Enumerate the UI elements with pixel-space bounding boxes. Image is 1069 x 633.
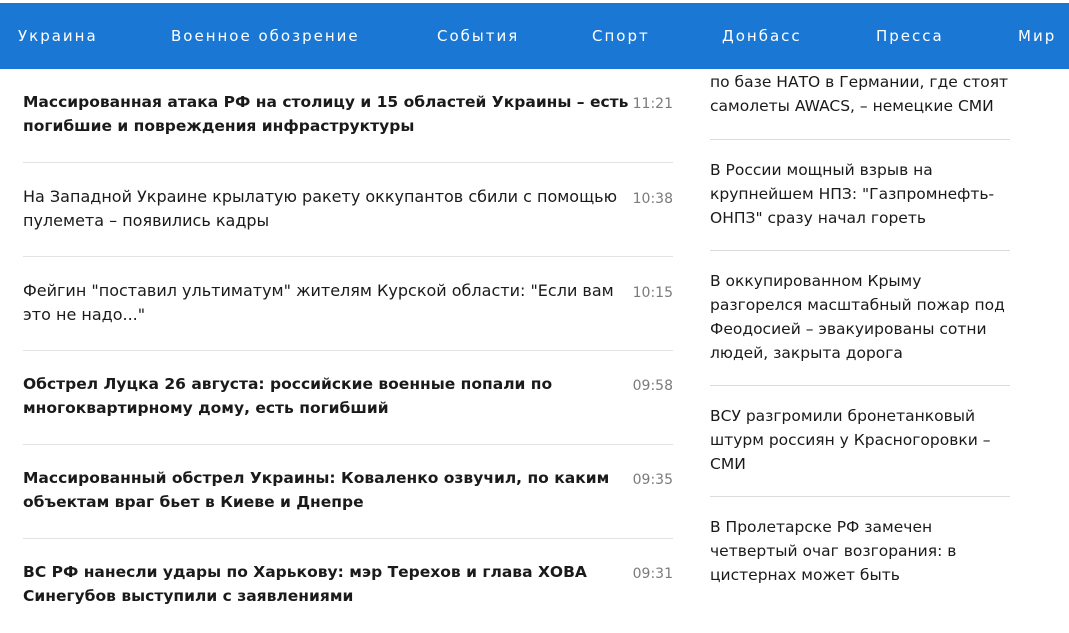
news-title-link[interactable]: На Западной Украине крылатую ракету окку… bbox=[23, 185, 635, 233]
sidebar-news-item: В оккупированном Крыму разгорелся масшта… bbox=[710, 251, 1010, 386]
news-time: 09:58 bbox=[632, 378, 673, 394]
nav-item-ukraine[interactable]: Украина bbox=[18, 27, 98, 45]
sidebar-news-link[interactable]: по базе НАТО в Германии, где стоят самол… bbox=[710, 70, 1010, 118]
news-time: 10:38 bbox=[632, 191, 673, 207]
sidebar-news-link[interactable]: ВСУ разгромили бронетанковый штурм росси… bbox=[710, 404, 1010, 476]
nav-item-press[interactable]: Пресса bbox=[876, 27, 944, 45]
nav-item-events[interactable]: События bbox=[437, 27, 519, 45]
sidebar-news-list: по базе НАТО в Германии, где стоят самол… bbox=[710, 69, 1010, 595]
news-item: Массированный обстрел Украины: Коваленко… bbox=[23, 445, 673, 539]
sidebar-news-item: ВСУ разгромили бронетанковый штурм росси… bbox=[710, 386, 1010, 497]
sidebar-news-link[interactable]: В Пролетарске РФ замечен четвертый очаг … bbox=[710, 515, 1010, 587]
sidebar-news-link[interactable]: В оккупированном Крыму разгорелся масшта… bbox=[710, 269, 1010, 365]
news-time: 11:21 bbox=[632, 96, 673, 112]
news-time: 09:35 bbox=[632, 472, 673, 488]
news-feed: Массированная атака РФ на столицу и 15 о… bbox=[23, 69, 673, 633]
sidebar-news-item: В Пролетарске РФ замечен четвертый очаг … bbox=[710, 497, 1010, 595]
nav-item-world[interactable]: Мир bbox=[1018, 27, 1056, 45]
sidebar-news-item: по базе НАТО в Германии, где стоят самол… bbox=[710, 69, 1010, 140]
top-navigation-bar: Украина Военное обозрение События Спорт … bbox=[0, 3, 1069, 69]
news-title-link[interactable]: Массированный обстрел Украины: Коваленко… bbox=[23, 466, 635, 514]
nav-item-sport[interactable]: Спорт bbox=[592, 27, 650, 45]
news-title-link[interactable]: ВС РФ нанесли удары по Харькову: мэр Тер… bbox=[23, 560, 635, 608]
news-item: Обстрел Луцка 26 августа: российские вое… bbox=[23, 351, 673, 445]
news-item: ВС РФ нанесли удары по Харькову: мэр Тер… bbox=[23, 539, 673, 633]
news-title-link[interactable]: Фейгин "поставил ультиматум" жителям Кур… bbox=[23, 279, 635, 327]
sidebar-news-link[interactable]: В России мощный взрыв на крупнейшем НПЗ:… bbox=[710, 158, 1010, 230]
sidebar-news-item: В России мощный взрыв на крупнейшем НПЗ:… bbox=[710, 140, 1010, 251]
news-item: Фейгин "поставил ультиматум" жителям Кур… bbox=[23, 257, 673, 351]
news-title-link[interactable]: Массированная атака РФ на столицу и 15 о… bbox=[23, 90, 635, 138]
nav-item-donbass[interactable]: Донбасс bbox=[722, 27, 802, 45]
nav-item-military-review[interactable]: Военное обозрение bbox=[171, 27, 360, 45]
news-title-link[interactable]: Обстрел Луцка 26 августа: российские вое… bbox=[23, 372, 635, 420]
news-time: 10:15 bbox=[632, 285, 673, 301]
news-item: Массированная атака РФ на столицу и 15 о… bbox=[23, 69, 673, 163]
news-item: На Западной Украине крылатую ракету окку… bbox=[23, 163, 673, 257]
news-time: 09:31 bbox=[632, 566, 673, 582]
